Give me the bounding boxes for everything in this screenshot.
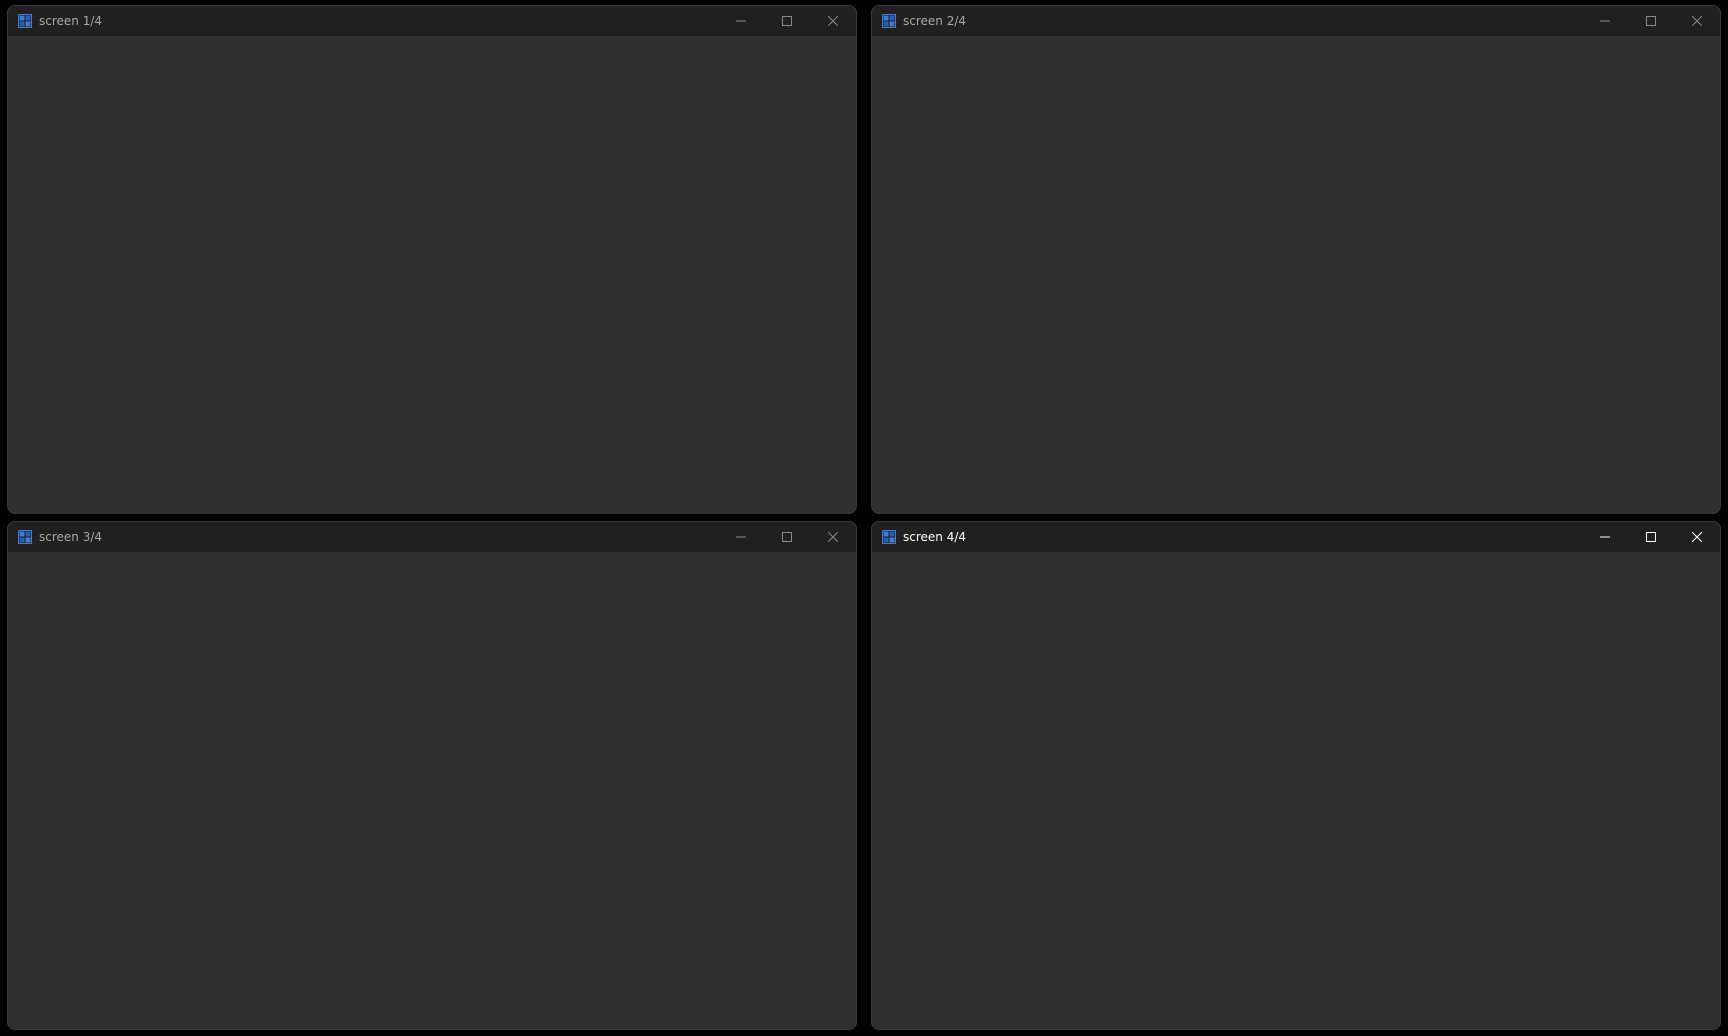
minimize-icon <box>1600 20 1610 22</box>
window-title: screen 2/4 <box>903 14 967 28</box>
close-button[interactable] <box>1674 522 1720 552</box>
window-title: screen 4/4 <box>903 530 967 544</box>
maximize-button[interactable] <box>1628 6 1674 36</box>
close-button[interactable] <box>810 6 856 36</box>
window-grid-icon <box>18 14 32 28</box>
window-content[interactable] <box>872 552 1720 1029</box>
window-grid-icon <box>882 530 896 544</box>
minimize-button[interactable] <box>1582 6 1628 36</box>
close-icon <box>1692 16 1702 26</box>
window-controls <box>718 522 856 552</box>
maximize-icon <box>782 16 792 26</box>
title-bar[interactable]: screen 2/4 <box>872 6 1720 36</box>
window-title: screen 3/4 <box>39 530 103 544</box>
minimize-icon <box>736 20 746 22</box>
minimize-button[interactable] <box>718 522 764 552</box>
close-icon <box>828 532 838 542</box>
maximize-icon <box>782 532 792 542</box>
close-icon <box>828 16 838 26</box>
window-controls <box>1582 522 1720 552</box>
close-button[interactable] <box>1674 6 1720 36</box>
window-controls <box>1582 6 1720 36</box>
title-bar[interactable]: screen 3/4 <box>8 522 856 552</box>
desktop: screen 1/4 screen 2/4 screen 3/4 screen … <box>0 0 1728 1036</box>
title-bar[interactable]: screen 4/4 <box>872 522 1720 552</box>
window-controls <box>718 6 856 36</box>
close-icon <box>1692 532 1702 542</box>
window-screen-3[interactable]: screen 3/4 <box>7 521 857 1030</box>
window-screen-4[interactable]: screen 4/4 <box>871 521 1721 1030</box>
minimize-icon <box>736 536 746 538</box>
window-screen-2[interactable]: screen 2/4 <box>871 5 1721 514</box>
maximize-button[interactable] <box>1628 522 1674 552</box>
minimize-button[interactable] <box>718 6 764 36</box>
window-grid-icon <box>18 530 32 544</box>
minimize-button[interactable] <box>1582 522 1628 552</box>
maximize-button[interactable] <box>764 522 810 552</box>
window-content[interactable] <box>872 36 1720 513</box>
maximize-icon <box>1646 16 1656 26</box>
window-screen-1[interactable]: screen 1/4 <box>7 5 857 514</box>
window-title: screen 1/4 <box>39 14 103 28</box>
minimize-icon <box>1600 536 1610 538</box>
maximize-button[interactable] <box>764 6 810 36</box>
window-grid-icon <box>882 14 896 28</box>
maximize-icon <box>1646 532 1656 542</box>
window-content[interactable] <box>8 552 856 1029</box>
title-bar[interactable]: screen 1/4 <box>8 6 856 36</box>
close-button[interactable] <box>810 522 856 552</box>
window-content[interactable] <box>8 36 856 513</box>
